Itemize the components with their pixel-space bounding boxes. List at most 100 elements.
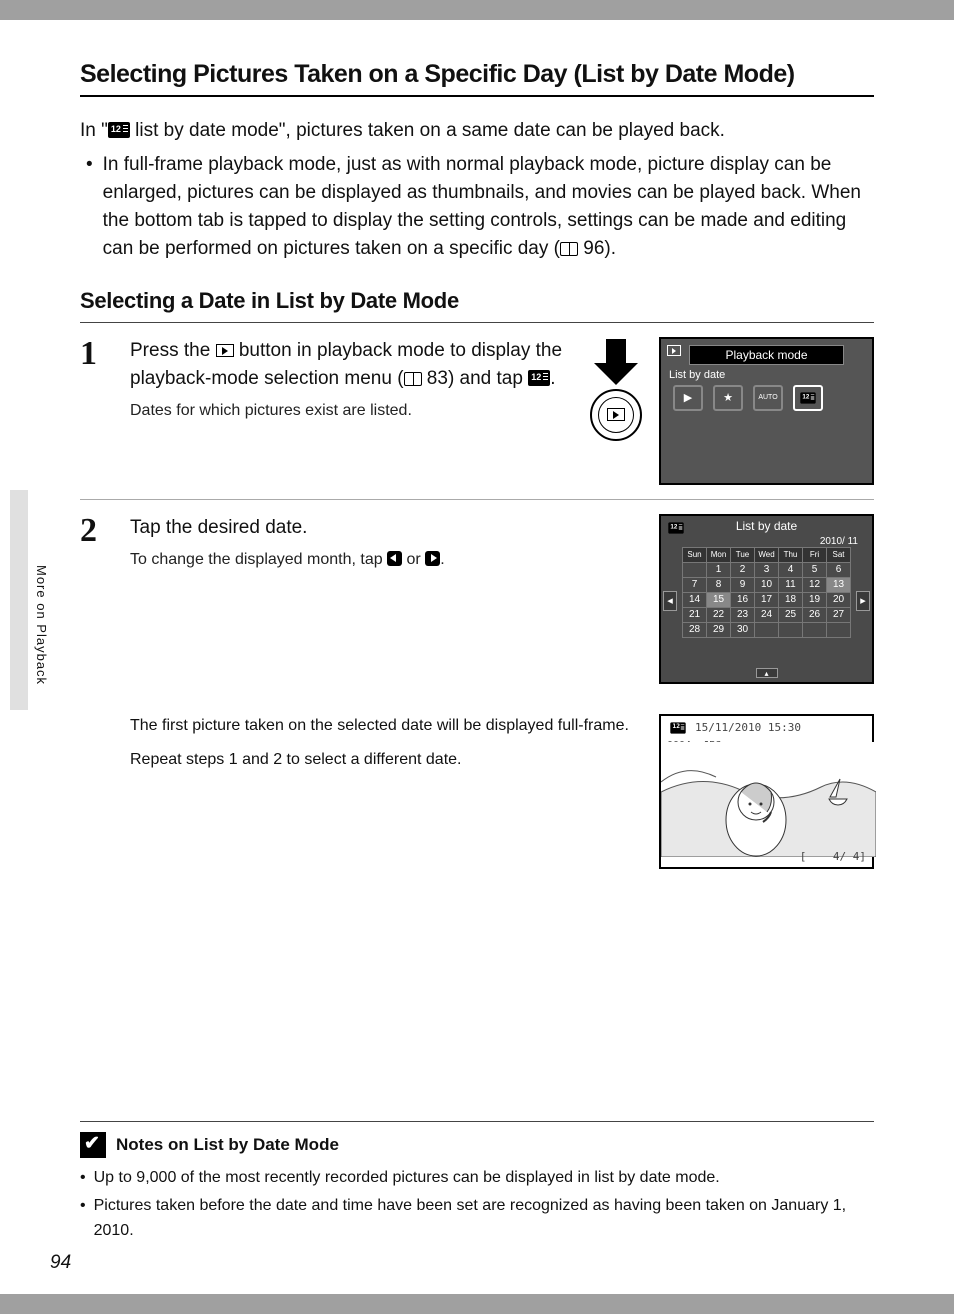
notes-item: • Up to 9,000 of the most recently record… [80,1166,874,1191]
calendar-dow: Tue [731,547,755,562]
calendar-day[interactable]: 10 [755,577,779,592]
notes-item-text: Up to 9,000 of the most recently recorde… [94,1166,720,1191]
calendar-day[interactable]: 20 [827,592,851,607]
playback-corner-icon [667,345,681,356]
screen2-title: List by date [661,516,872,536]
calendar-day [803,622,827,637]
calendar-day [683,562,707,577]
notes-item: •Pictures taken before the date and time… [80,1194,874,1244]
calendar-day[interactable]: 13 [827,577,851,592]
calendar-day [755,622,779,637]
screen3-counter-val: 4/ 4 [833,850,860,863]
calendar-day[interactable]: 8 [707,577,731,592]
notes-heading-row: Notes on List by Date Mode [80,1121,874,1158]
s2a: To change the displayed month, tap [130,551,387,568]
bullet-dot: • [80,1194,86,1244]
calendar-corner-icon [668,522,683,533]
bullet1-text: In full-frame playback mode, just as wit… [103,154,861,259]
screen-playback-mode-menu: Playback mode List by date ▶ ★ AUTO [659,337,874,485]
s1d: . [550,368,555,389]
calendar-day[interactable]: 2 [731,562,755,577]
calendar-day[interactable]: 27 [827,607,851,622]
screen-calendar: List by date 2010/ 11 ◂ ▸ SunMonTueWedTh… [659,514,874,684]
calendar-expand-button[interactable]: ▴ [756,668,778,678]
check-badge-icon [80,1132,106,1158]
notes-heading: Notes on List by Date Mode [116,1135,339,1155]
bullet-text: In full-frame playback mode, just as wit… [103,151,874,263]
step-2-number: 2 [80,514,116,684]
screen2-yearmonth: 2010/ 11 [661,536,872,547]
bullet-dot: • [80,151,93,263]
calendar-day[interactable]: 6 [827,562,851,577]
notes-item-text: Pictures taken before the date and time … [94,1194,874,1244]
option-play-icon[interactable]: ▶ [673,385,703,411]
screen1-options: ▶ ★ AUTO [661,385,872,411]
playback-button-icon [216,344,234,357]
playback-picture-illustration [661,742,876,857]
calendar-day[interactable]: 19 [803,592,827,607]
calendar-day[interactable]: 9 [731,577,755,592]
side-tab-label: More on Playback [34,565,49,685]
play-button-inner [598,397,634,433]
notes-section: Notes on List by Date Mode • Up to 9,000 … [80,1121,874,1244]
calendar-day[interactable]: 11 [779,577,803,592]
step-2-graphics: List by date 2010/ 11 ◂ ▸ SunMonTueWedTh… [659,514,874,684]
s1a: Press the [130,340,216,361]
playback-icon [607,408,625,421]
step-1-number: 1 [80,337,116,485]
arrow-to-button-graphic [581,337,651,441]
calendar-day[interactable]: 3 [755,562,779,577]
step-1-text: Press the button in playback mode to dis… [130,337,567,485]
calendar-day [779,622,803,637]
calendar-day[interactable]: 30 [731,622,755,637]
bullet1-ref: 96). [578,238,616,259]
calendar-day[interactable]: 4 [779,562,803,577]
screen-fullframe-playback: 15/11/2010 15:30 0004. JPG ★ [ 4/ 4] [659,714,874,869]
calendar-day[interactable]: 28 [683,622,707,637]
calendar-day[interactable]: 25 [779,607,803,622]
physical-play-button [590,389,642,441]
calendar-day[interactable]: 18 [779,592,803,607]
intro-text-a: In " [80,120,108,141]
calendar-day[interactable]: 1 [707,562,731,577]
calendar-day[interactable]: 14 [683,592,707,607]
option-listbydate-icon[interactable] [793,385,823,411]
page-title-bar: Selecting Pictures Taken on a Specific D… [80,60,874,97]
s1c: 83) and tap [422,368,529,389]
calendar-day[interactable]: 24 [755,607,779,622]
book-icon [404,372,422,386]
screen1-label: List by date [661,365,872,385]
calendar-day[interactable]: 26 [803,607,827,622]
calendar-day[interactable]: 7 [683,577,707,592]
calendar-day[interactable]: 15 [707,592,731,607]
calendar-day[interactable]: 29 [707,622,731,637]
bullet-dot: • [80,1166,86,1191]
calendar-day[interactable]: 23 [731,607,755,622]
screen3-counter: [ 4/ 4] [800,850,866,863]
calendar-day[interactable]: 22 [707,607,731,622]
calendar-dow: Sun [683,547,707,562]
book-icon [560,242,578,256]
calendar-grid[interactable]: SunMonTueWedThuFriSat 123456789101112131… [682,547,851,638]
arrow-head-icon [594,363,638,385]
calendar-day[interactable]: 12 [803,577,827,592]
option-auto-icon[interactable]: AUTO [753,385,783,411]
calendar-icon [670,722,685,733]
option-favorite-icon[interactable]: ★ [713,385,743,411]
subheading: Selecting a Date in List by Date Mode [80,288,874,323]
step-1-graphics: Playback mode List by date ▶ ★ AUTO [581,337,874,485]
triangle-right-icon [425,551,440,566]
calendar-day[interactable]: 16 [731,592,755,607]
calendar-day[interactable]: 21 [683,607,707,622]
after2-p2: Repeat steps 1 and 2 to select a differe… [130,748,639,773]
calendar-day[interactable]: 5 [803,562,827,577]
screen1-header: Playback mode [689,345,844,365]
next-month-button[interactable]: ▸ [856,591,870,611]
prev-month-button[interactable]: ◂ [663,591,677,611]
intro-bullet: • In full-frame playback mode, just as w… [80,151,874,263]
arrow-shaft [606,339,626,363]
calendar-day[interactable]: 17 [755,592,779,607]
s2b: or [402,551,425,568]
calendar-dow: Mon [707,547,731,562]
screen3-topbar: 15/11/2010 15:30 [661,716,872,740]
